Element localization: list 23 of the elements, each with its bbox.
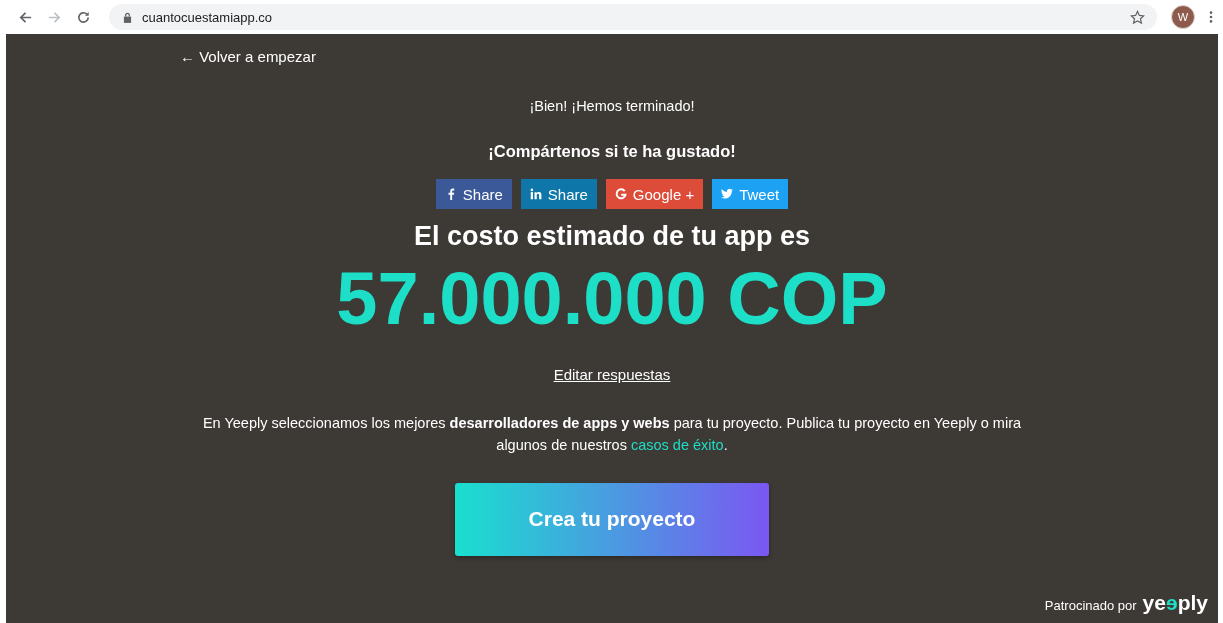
profile-avatar[interactable]: W <box>1171 5 1195 29</box>
estimate-value: 57.000.000 COP <box>336 262 888 336</box>
share-button[interactable]: Share <box>435 179 512 209</box>
url-text: cuantocuestamiapp.co <box>142 9 273 25</box>
share-button[interactable]: Share <box>520 179 597 209</box>
sponsor-logo[interactable]: yeɘply <box>1142 591 1208 615</box>
google-icon <box>614 188 627 200</box>
menu-icon[interactable] <box>1209 10 1213 24</box>
address-bar[interactable]: cuantocuestamiapp.co <box>109 4 1157 30</box>
estimate-title: El costo estimado de tu app es <box>413 221 811 252</box>
linkedin-icon <box>529 188 542 200</box>
star-icon[interactable] <box>1130 9 1145 25</box>
sponsor-label: Patrocinado por <box>1044 598 1137 613</box>
finished-message: ¡Bien! ¡Hemos terminado! <box>529 98 695 114</box>
success-stories-link[interactable]: casos de éxito <box>630 436 724 453</box>
lock-icon <box>123 11 132 23</box>
share-prompt: ¡Compártenos si te ha gustado! <box>488 142 736 161</box>
edit-answers-link[interactable]: Editar respuestas <box>553 366 671 383</box>
description-paragraph: En Yeeply seleccionamos los mejores desarrolladores de apps y webs para tu proyecto. Publica tu proyecto en Yeeply o mira algunos de nuestros casos de éxito. <box>201 414 1023 455</box>
reload-icon[interactable] <box>76 9 91 25</box>
share-button[interactable]: Google + <box>605 179 704 209</box>
back-link[interactable]: ← Volver a empezar <box>180 48 316 65</box>
bird-icon <box>721 188 734 200</box>
